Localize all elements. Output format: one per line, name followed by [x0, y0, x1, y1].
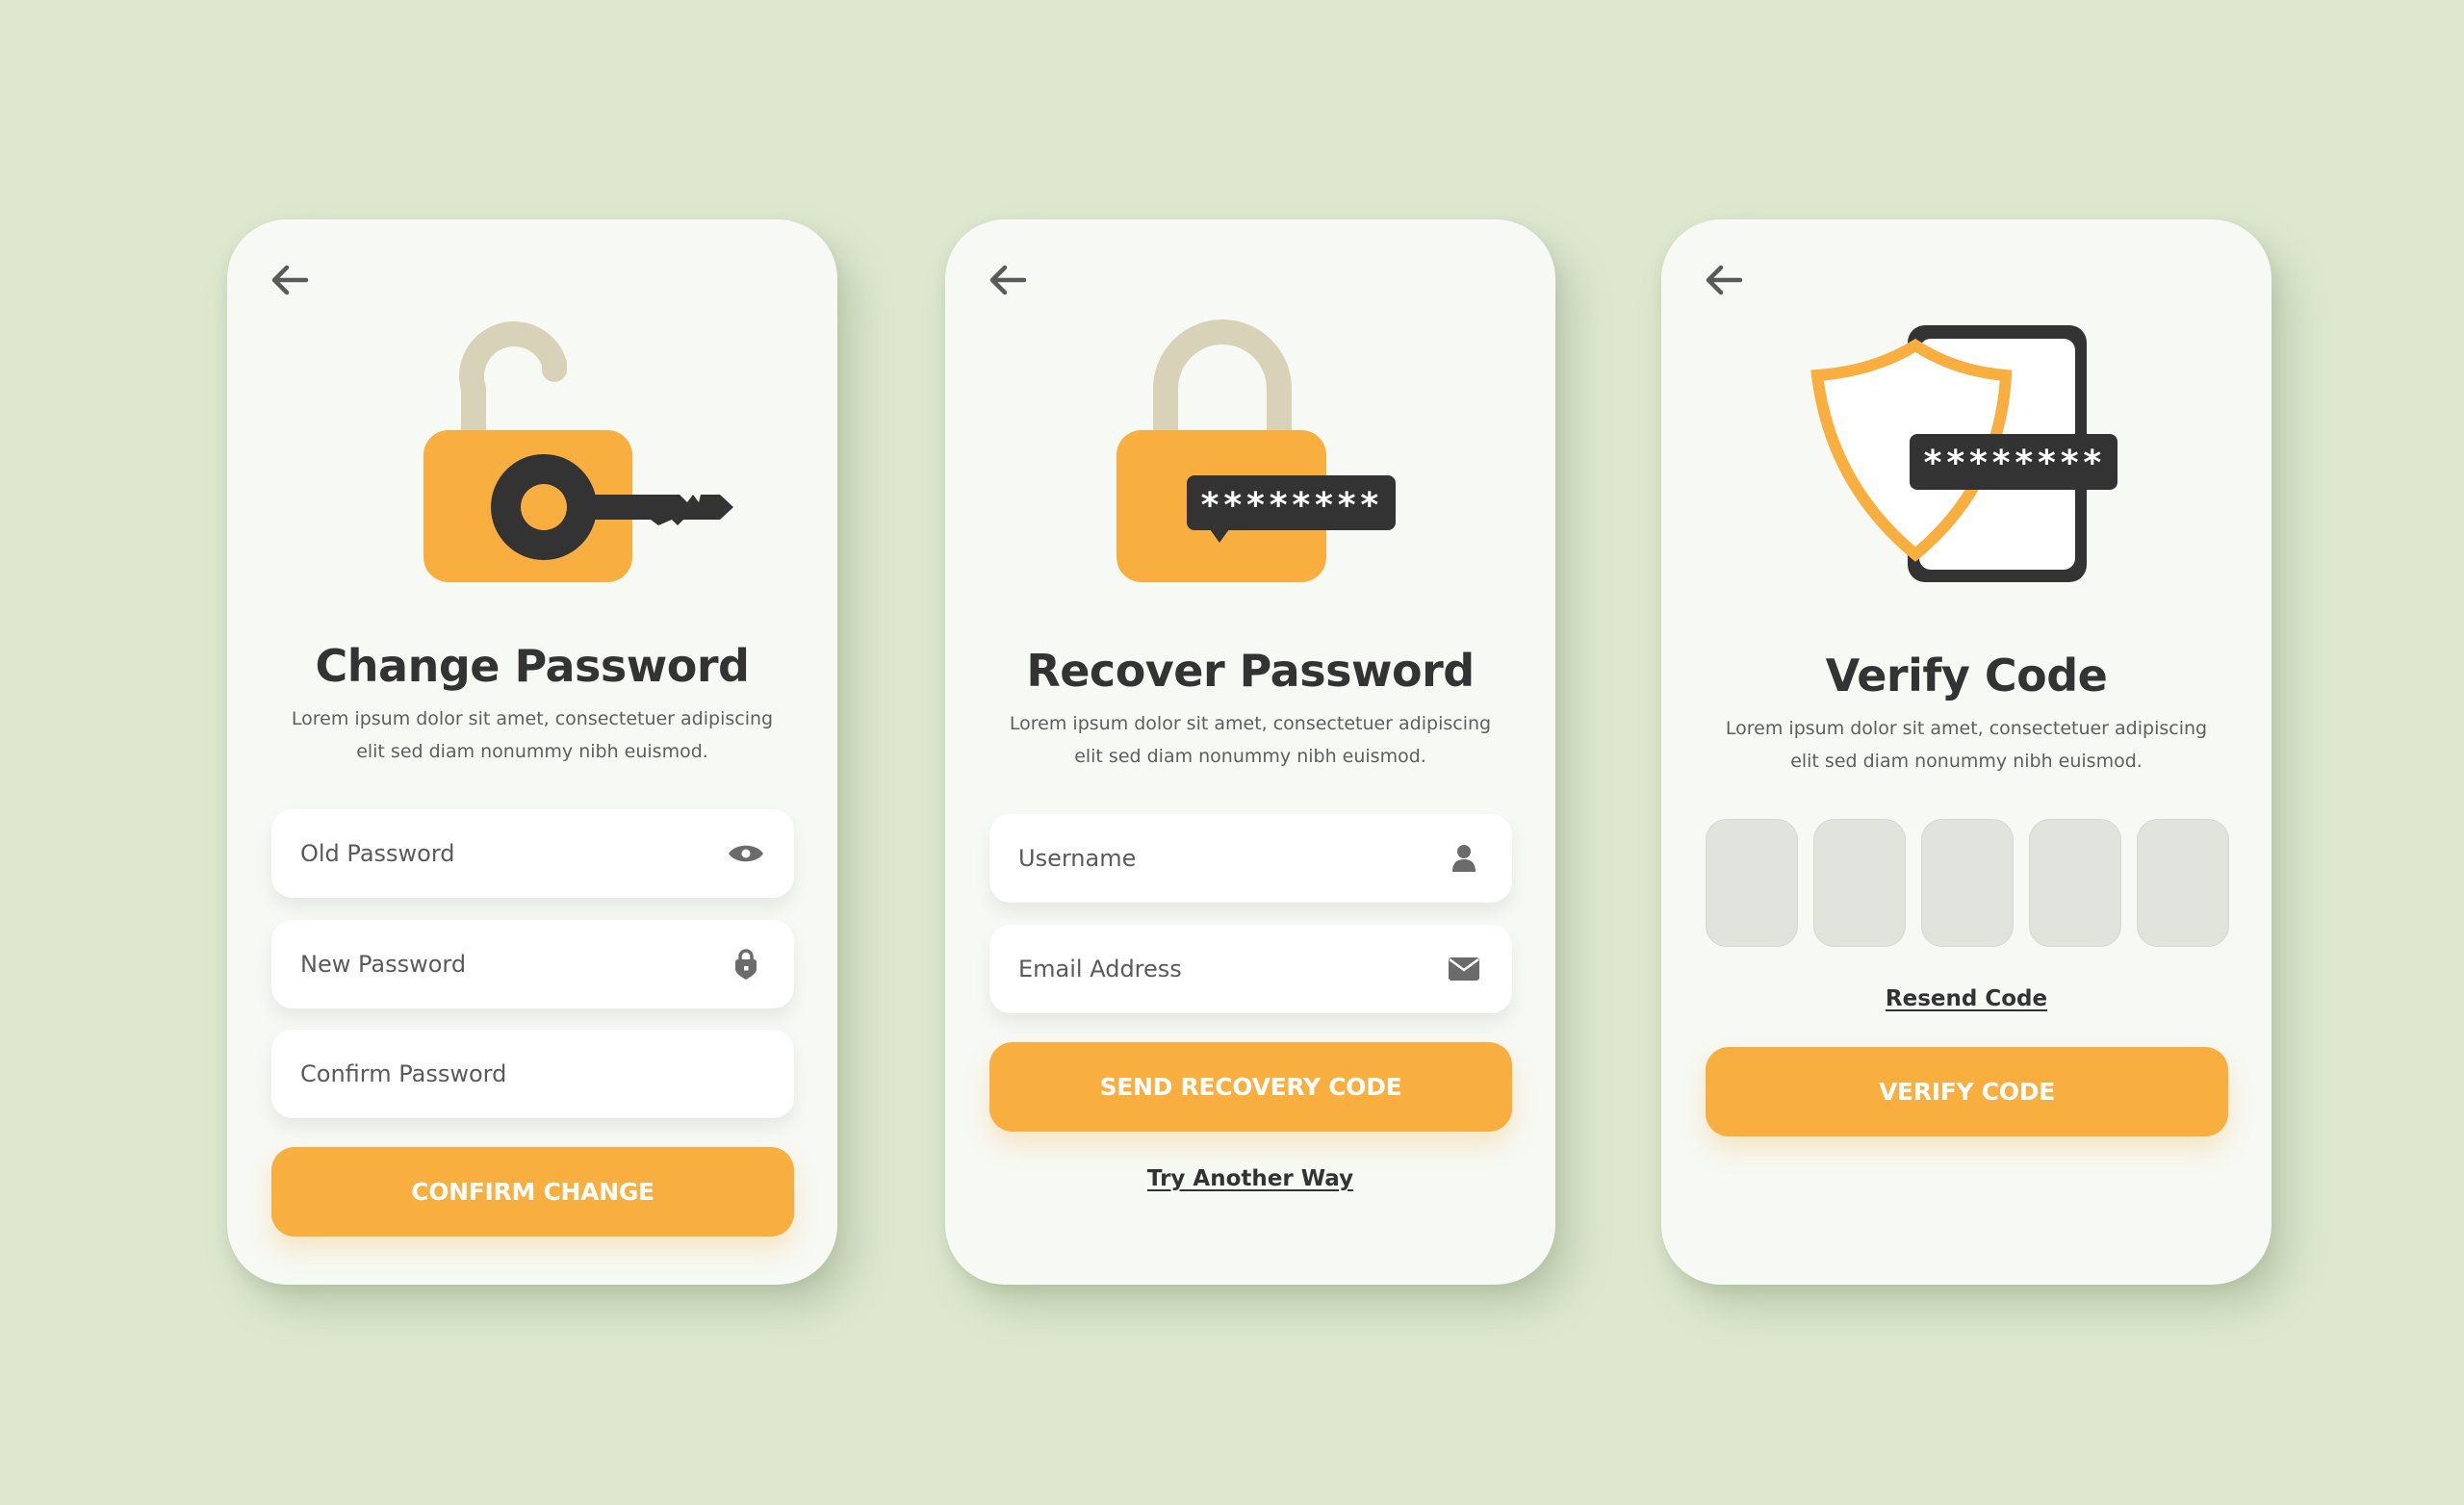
padlock-shackle — [459, 321, 567, 446]
page-description: Lorem ipsum dolor sit amet, consectetuer… — [291, 708, 774, 762]
username-input[interactable] — [1018, 845, 1445, 872]
page-title: Verify Code — [1825, 650, 2108, 701]
old-password-input[interactable] — [300, 840, 727, 867]
otp-digit-3[interactable] — [1921, 819, 2014, 947]
old-password-field[interactable] — [271, 809, 794, 898]
padlock-shackle — [1153, 319, 1292, 433]
mail-icon — [1445, 952, 1483, 986]
username-field[interactable] — [989, 814, 1512, 903]
otp-digit-5[interactable] — [2137, 819, 2229, 947]
email-field[interactable] — [989, 925, 1512, 1013]
page-description: Lorem ipsum dolor sit amet, consectetuer… — [1009, 713, 1492, 767]
resend-code-link[interactable]: Resend Code — [1661, 984, 2272, 1013]
user-icon — [1445, 841, 1483, 876]
eye-icon[interactable] — [727, 836, 765, 871]
recover-password-screen: ******** Recover Password Lorem ipsum do… — [945, 219, 1555, 1285]
password-mask: ******** — [1922, 444, 2104, 483]
email-input[interactable] — [1018, 956, 1445, 982]
otp-digit-1[interactable] — [1706, 819, 1798, 947]
password-mask: ******** — [1199, 486, 1381, 525]
new-password-input[interactable] — [300, 951, 727, 978]
otp-digit-4[interactable] — [2029, 819, 2121, 947]
new-password-field[interactable] — [271, 920, 794, 1008]
otp-digit-2[interactable] — [1813, 819, 1906, 947]
page-description: Lorem ipsum dolor sit amet, consectetuer… — [1725, 718, 2208, 772]
send-recovery-code-button[interactable]: SEND RECOVERY CODE — [989, 1042, 1512, 1132]
confirm-password-field[interactable] — [271, 1030, 794, 1118]
try-another-way-link[interactable]: Try Another Way — [945, 1164, 1555, 1193]
confirm-change-button[interactable]: CONFIRM CHANGE — [271, 1147, 794, 1237]
verify-code-button[interactable]: VERIFY CODE — [1706, 1047, 2228, 1136]
page-title: Recover Password — [1026, 645, 1475, 697]
otp-input-group — [1706, 819, 2230, 947]
padlock-password-illustration: ******** — [945, 219, 1555, 604]
unlocked-padlock-illustration — [227, 219, 837, 604]
change-password-screen: Change Password Lorem ipsum dolor sit am… — [227, 219, 837, 1285]
page-title: Change Password — [315, 640, 750, 692]
confirm-password-input[interactable] — [300, 1060, 765, 1087]
lock-icon — [727, 947, 765, 982]
shield-phone-illustration: ******** — [1661, 219, 2272, 604]
verify-code-screen: ******** Verify Code Lorem ipsum dolor s… — [1661, 219, 2272, 1285]
